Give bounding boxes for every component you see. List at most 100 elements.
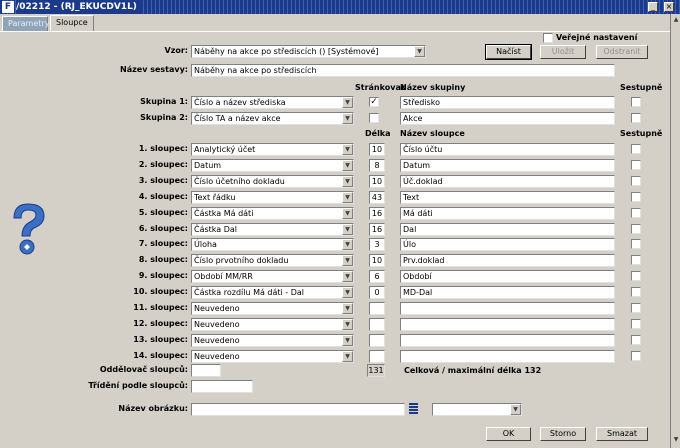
column-select[interactable]: Částka Má dáti▼ (191, 207, 354, 220)
delete-button[interactable]: Odstranit (596, 45, 648, 59)
image-type-select[interactable]: ▼ (432, 403, 522, 416)
column-select[interactable]: Číslo účetního dokladu▼ (191, 175, 354, 188)
chevron-down-icon[interactable]: ▼ (414, 46, 425, 57)
group-desc-checkbox[interactable] (631, 97, 641, 107)
column-desc-checkbox[interactable] (631, 335, 641, 345)
chevron-down-icon[interactable]: ▼ (342, 287, 353, 298)
column-name-input[interactable]: Prv.doklad (400, 254, 615, 267)
column-desc-checkbox[interactable] (631, 303, 641, 313)
chevron-down-icon[interactable]: ▼ (342, 271, 353, 282)
chevron-down-icon[interactable]: ▼ (342, 335, 353, 346)
column-length-input[interactable]: 43 (369, 191, 385, 204)
column-name-input[interactable]: Číslo účtu (400, 143, 615, 156)
column-select[interactable]: Neuvedeno▼ (191, 350, 354, 363)
chevron-down-icon[interactable]: ▼ (342, 224, 353, 235)
cancel-button[interactable]: Storno (540, 427, 586, 441)
column-select[interactable]: Text řádku▼ (191, 191, 354, 204)
column-desc-checkbox[interactable] (631, 255, 641, 265)
column-name-input[interactable]: Datum (400, 159, 615, 172)
column-length-input[interactable] (369, 302, 385, 315)
vzor-select[interactable]: Náběhy na akce po střediscích () [Systém… (191, 45, 426, 58)
ok-button[interactable]: OK (486, 427, 531, 441)
save-button[interactable]: Uložit (540, 45, 586, 59)
sort-input[interactable] (191, 380, 253, 393)
group-name-input[interactable]: Akce (400, 112, 615, 125)
column-select[interactable]: Neuvedeno▼ (191, 334, 354, 347)
chevron-down-icon[interactable]: ▼ (342, 97, 353, 108)
column-length-input[interactable]: 10 (369, 254, 385, 267)
column-length-input[interactable] (369, 334, 385, 347)
column-select[interactable]: Neuvedeno▼ (191, 302, 354, 315)
close-icon[interactable]: × (664, 2, 674, 12)
column-desc-checkbox[interactable] (631, 208, 641, 218)
scroll-up-icon[interactable]: ▲ (672, 16, 680, 24)
chevron-down-icon[interactable]: ▼ (342, 160, 353, 171)
public-settings-checkbox[interactable] (543, 33, 553, 43)
column-name-input[interactable] (400, 350, 615, 363)
column-desc-checkbox[interactable] (631, 192, 641, 202)
chevron-down-icon[interactable]: ▼ (342, 144, 353, 155)
column-desc-checkbox[interactable] (631, 239, 641, 249)
tab-parametry[interactable]: Parametry (2, 16, 48, 31)
group-select[interactable]: Číslo TA a název akce▼ (191, 112, 354, 125)
column-length-input[interactable] (369, 350, 385, 363)
column-select[interactable]: Úloha▼ (191, 238, 354, 251)
column-length-input[interactable]: 0 (369, 286, 385, 299)
chevron-down-icon[interactable]: ▼ (342, 303, 353, 314)
vertical-scrollbar[interactable]: ▲ ▼ (670, 14, 680, 448)
report-name-input[interactable]: Náběhy na akce po střediscích (191, 64, 615, 77)
column-length-input[interactable]: 10 (369, 143, 385, 156)
column-length-input[interactable]: 16 (369, 223, 385, 236)
column-desc-checkbox[interactable] (631, 144, 641, 154)
chevron-down-icon[interactable]: ▼ (342, 192, 353, 203)
column-select[interactable]: Číslo prvotního dokladu▼ (191, 254, 354, 267)
erase-button[interactable]: Smazat (596, 427, 648, 441)
chevron-down-icon[interactable]: ▼ (342, 113, 353, 124)
column-desc-checkbox[interactable] (631, 224, 641, 234)
minimize-icon[interactable]: _ (648, 2, 658, 12)
column-length-input[interactable]: 8 (369, 159, 385, 172)
column-name-input[interactable]: Období (400, 270, 615, 283)
column-name-input[interactable]: Dal (400, 223, 615, 236)
chevron-down-icon[interactable]: ▼ (342, 319, 353, 330)
load-button[interactable]: Načíst (486, 45, 531, 59)
column-length-input[interactable]: 10 (369, 175, 385, 188)
column-desc-checkbox[interactable] (631, 160, 641, 170)
column-desc-checkbox[interactable] (631, 351, 641, 361)
column-name-input[interactable]: Text (400, 191, 615, 204)
column-name-input[interactable] (400, 302, 615, 315)
chevron-down-icon[interactable]: ▼ (510, 404, 521, 415)
column-desc-checkbox[interactable] (631, 176, 641, 186)
column-select[interactable]: Částka Dal▼ (191, 223, 354, 236)
column-select[interactable]: Neuvedeno▼ (191, 318, 354, 331)
column-desc-checkbox[interactable] (631, 287, 641, 297)
chevron-down-icon[interactable]: ▼ (342, 255, 353, 266)
image-name-input[interactable] (191, 403, 405, 416)
scroll-down-icon[interactable]: ▼ (672, 436, 680, 444)
column-desc-checkbox[interactable] (631, 319, 641, 329)
chevron-down-icon[interactable]: ▼ (342, 208, 353, 219)
group-select[interactable]: Číslo a název střediska▼ (191, 96, 354, 109)
column-length-input[interactable] (369, 318, 385, 331)
chevron-down-icon[interactable]: ▼ (342, 239, 353, 250)
column-select[interactable]: Částka rozdílu Má dáti - Dal▼ (191, 286, 354, 299)
column-select[interactable]: Analytický účet▼ (191, 143, 354, 156)
column-select[interactable]: Datum▼ (191, 159, 354, 172)
column-length-input[interactable]: 3 (369, 238, 385, 251)
group-desc-checkbox[interactable] (631, 113, 641, 123)
chevron-down-icon[interactable]: ▼ (342, 176, 353, 187)
column-name-input[interactable] (400, 318, 615, 331)
column-name-input[interactable]: Úlo (400, 238, 615, 251)
column-name-input[interactable]: Má dáti (400, 207, 615, 220)
group-name-input[interactable]: Středisko (400, 96, 615, 109)
column-name-input[interactable]: Úč.doklad (400, 175, 615, 188)
chevron-down-icon[interactable]: ▼ (342, 351, 353, 362)
column-desc-checkbox[interactable] (631, 271, 641, 281)
page-break-checkbox[interactable] (369, 113, 379, 123)
column-select[interactable]: Období MM/RR▼ (191, 270, 354, 283)
list-icon[interactable] (409, 403, 418, 415)
separator-input[interactable] (191, 364, 221, 377)
page-break-checkbox[interactable]: ✓ (369, 97, 379, 107)
column-length-input[interactable]: 6 (369, 270, 385, 283)
column-name-input[interactable] (400, 334, 615, 347)
